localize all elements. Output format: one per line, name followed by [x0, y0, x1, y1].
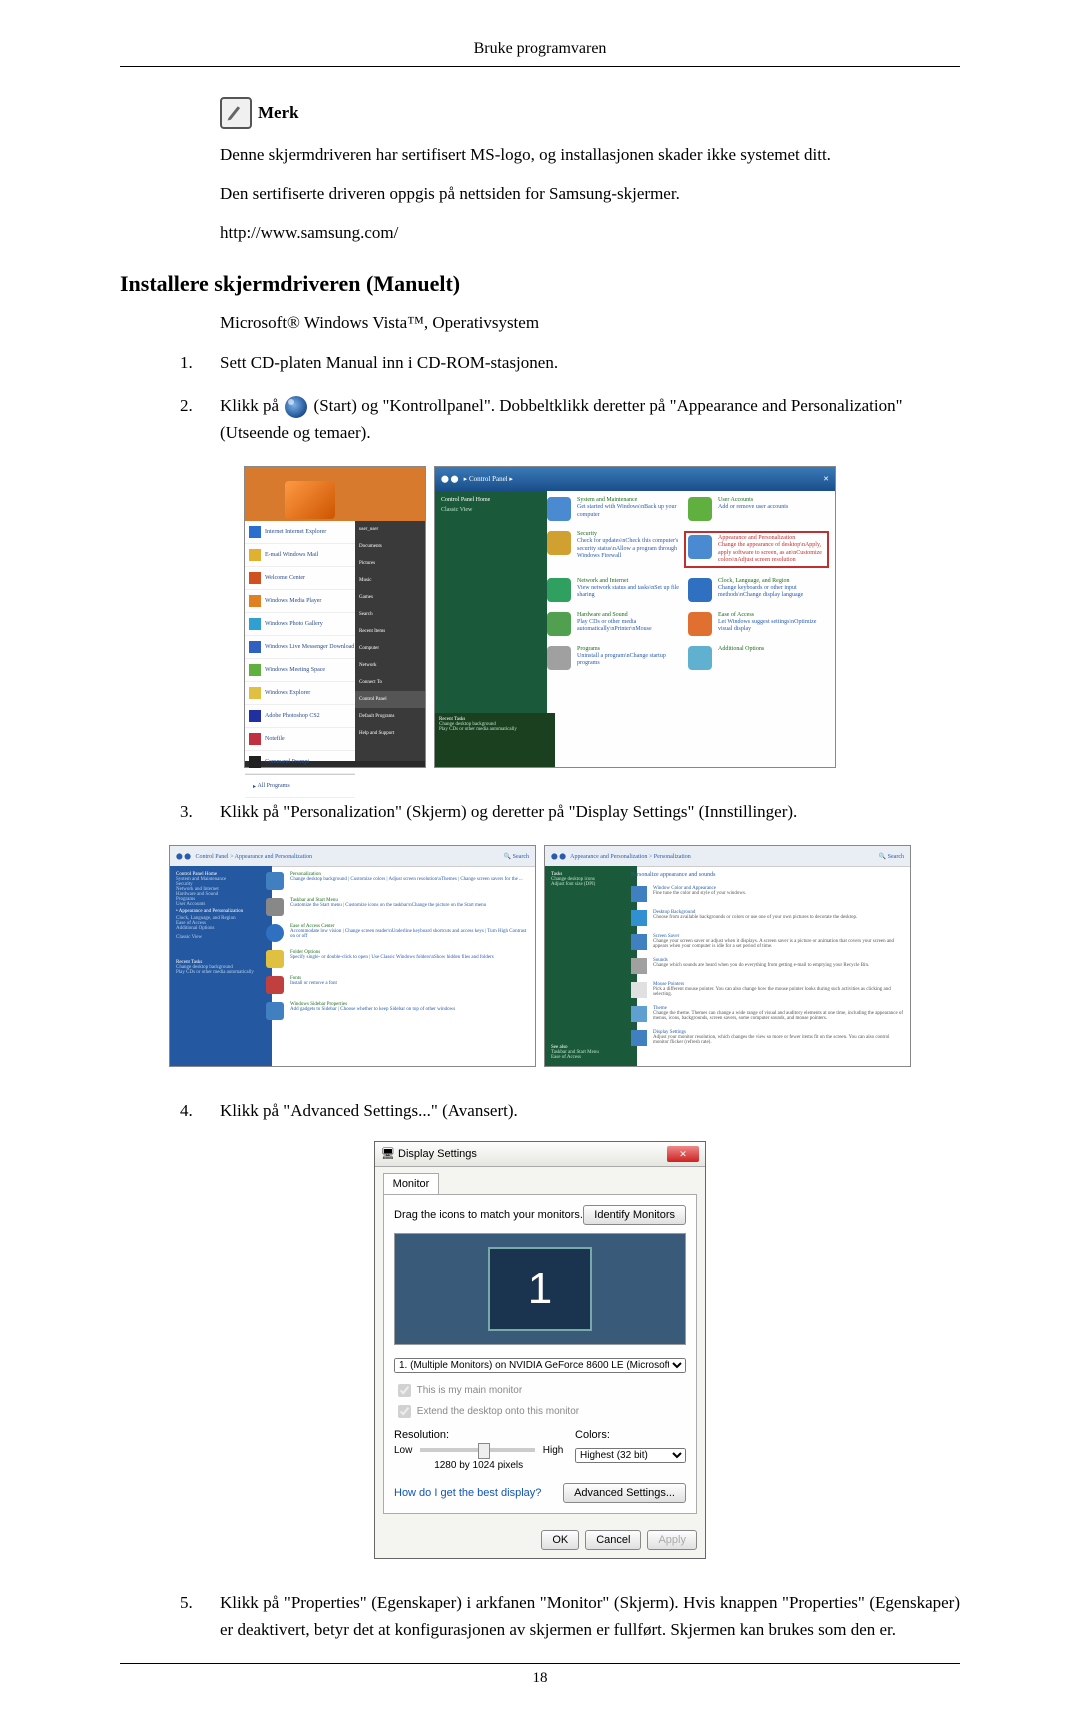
note-paragraph-2: Den sertifiserte driveren oppgis på nett… — [220, 180, 960, 207]
extend-desktop-checkbox: Extend the desktop onto this monitor — [394, 1402, 686, 1421]
step-4-num: 4. — [180, 1097, 220, 1124]
monitor-tab[interactable]: Monitor — [383, 1173, 439, 1194]
colors-select[interactable]: Highest (32 bit) — [575, 1448, 686, 1463]
personalization-panel-screenshot: ⬤ ⬤ Appearance and Personalization > Per… — [544, 845, 911, 1067]
pp-sidebar: Tasks Change desktop icons Adjust font s… — [545, 866, 637, 1066]
step-4: 4. Klikk på "Advanced Settings..." (Avan… — [180, 1097, 960, 1124]
advanced-settings-button[interactable]: Advanced Settings... — [563, 1483, 686, 1503]
ok-button[interactable]: OK — [541, 1530, 579, 1550]
cp-recent-tasks: Recent Tasks Change desktop background P… — [435, 713, 555, 767]
note-url: http://www.samsung.com/ — [220, 219, 960, 246]
monitor-arrangement[interactable]: 1 — [394, 1233, 686, 1345]
close-icon[interactable]: ✕ — [667, 1146, 699, 1162]
identify-monitors-button[interactable]: Identify Monitors — [583, 1205, 686, 1225]
ds-titlebar: 🖥 Display Settings ✕ — [375, 1142, 705, 1167]
note-row: Merk — [220, 97, 960, 129]
screenshot-row-1: Internet Internet Explorer E-mail Window… — [120, 466, 960, 768]
step-1-text: Sett CD-platen Manual inn i CD-ROM-stasj… — [220, 349, 960, 376]
step-2-post: (Start) og "Kontrollpanel". Dobbeltklikk… — [220, 396, 903, 442]
start-right-panel: user_user Documents Pictures Music Games… — [355, 521, 425, 761]
best-display-link[interactable]: How do I get the best display? — [394, 1487, 541, 1499]
cp-sidebar: Control Panel Home Classic View — [435, 491, 547, 743]
note-paragraph-1: Denne skjermdriveren har sertifisert MS-… — [220, 141, 960, 168]
step-2-pre: Klikk på — [220, 396, 283, 415]
footer-rule — [120, 1663, 960, 1664]
pp-main: Personalize appearance and sounds Window… — [631, 872, 904, 1060]
start-orb-icon — [285, 396, 307, 418]
drag-text: Drag the icons to match your monitors. — [394, 1209, 583, 1221]
ap-sidebar: Control Panel Home System and Maintenanc… — [170, 866, 272, 1066]
header-rule — [120, 66, 960, 67]
step-2-text: Klikk på (Start) og "Kontrollpanel". Dob… — [220, 392, 960, 446]
main-monitor-checkbox: This is my main monitor — [394, 1381, 686, 1400]
appearance-panel-screenshot: ⬤ ⬤ Control Panel > Appearance and Perso… — [169, 845, 536, 1067]
resolution-slider[interactable]: Low High — [394, 1445, 563, 1456]
screenshot-row-2: ⬤ ⬤ Control Panel > Appearance and Perso… — [120, 845, 960, 1067]
ds-tab-body: Drag the icons to match your monitors. I… — [383, 1194, 697, 1514]
resolution-value: 1280 by 1024 pixels — [394, 1460, 563, 1471]
resolution-label: Resolution: — [394, 1429, 563, 1441]
control-panel-screenshot: ⬤ ⬤ ▸ Control Panel ▸ ✕ Control Panel Ho… — [434, 466, 836, 768]
monitor-1-icon[interactable]: 1 — [488, 1247, 592, 1331]
start-left-panel: Internet Internet Explorer E-mail Window… — [245, 521, 356, 761]
user-picture — [285, 481, 335, 519]
start-menu-screenshot: Internet Internet Explorer E-mail Window… — [244, 466, 426, 768]
monitor-select[interactable]: 1. (Multiple Monitors) on NVIDIA GeForce… — [394, 1358, 686, 1373]
cp-titlebar: ⬤ ⬤ ▸ Control Panel ▸ ✕ — [435, 467, 835, 491]
step-3: 3. Klikk på "Personalization" (Skjerm) o… — [180, 798, 960, 825]
step-2-num: 2. — [180, 392, 220, 446]
step-4-text: Klikk på "Advanced Settings..." (Avanser… — [220, 1097, 960, 1124]
step-1: 1. Sett CD-platen Manual inn i CD-ROM-st… — [180, 349, 960, 376]
section-subtitle: Microsoft® Windows Vista™, Operativsyste… — [220, 313, 960, 333]
display-settings-screenshot: 🖥 Display Settings ✕ Monitor Drag the ic… — [374, 1141, 706, 1559]
step-3-num: 3. — [180, 798, 220, 825]
section-heading: Installere skjermdriveren (Manuelt) — [120, 271, 960, 297]
step-2: 2. Klikk på (Start) og "Kontrollpanel". … — [180, 392, 960, 446]
page-number: 18 — [120, 1670, 960, 1687]
page-header: Bruke programvaren — [120, 40, 960, 58]
step-1-num: 1. — [180, 349, 220, 376]
cancel-button[interactable]: Cancel — [585, 1530, 641, 1550]
note-label: Merk — [258, 103, 299, 123]
note-icon — [220, 97, 252, 129]
step-5-num: 5. — [180, 1589, 220, 1643]
step-3-text: Klikk på "Personalization" (Skjerm) og d… — [220, 798, 960, 825]
step-5: 5. Klikk på "Properties" (Egenskaper) i … — [180, 1589, 960, 1643]
step-5-text: Klikk på "Properties" (Egenskaper) i ark… — [220, 1589, 960, 1643]
ap-main: PersonalizationChange desktop background… — [266, 872, 529, 1060]
cp-main: System and MaintenanceGet started with W… — [547, 497, 829, 737]
colors-label: Colors: — [575, 1429, 686, 1441]
apply-button: Apply — [647, 1530, 697, 1550]
